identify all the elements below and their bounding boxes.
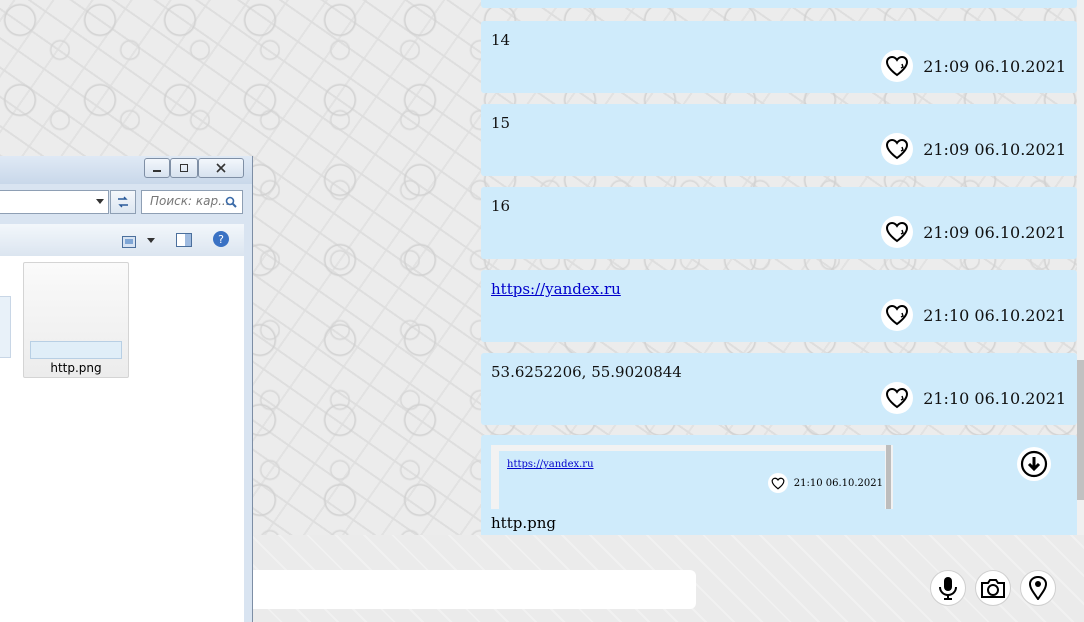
message-text: 15 [491, 114, 511, 132]
message-bubble: https://yandex.ru 21:10 06.10.2021 [481, 270, 1077, 342]
heart-icon [886, 387, 909, 409]
scrollbar-thumb[interactable] [1077, 360, 1084, 500]
view-dropdown-icon[interactable] [147, 238, 155, 244]
view-icon [122, 236, 136, 248]
file-label: http.png [50, 361, 102, 375]
refresh-button[interactable] [110, 190, 136, 214]
heart-icon [886, 138, 909, 160]
preview-link: https://yandex.ru [507, 459, 594, 470]
chevron-down-icon [96, 199, 104, 204]
help-button[interactable]: ? [212, 230, 230, 252]
preview-time: 21:10 06.10.2021 [793, 477, 883, 489]
preview-scrollbar [886, 445, 891, 509]
message-text: 14 [491, 31, 511, 49]
message-link[interactable]: https://yandex.ru [491, 280, 621, 298]
message-time: 21:09 06.10.2021 [923, 56, 1066, 76]
close-button[interactable] [198, 158, 244, 178]
chat-scrollbar[interactable] [1077, 0, 1084, 535]
message-text: 16 [491, 197, 511, 215]
minimize-icon [153, 170, 161, 172]
message-text: 53.6252206, 55.9020844 [491, 363, 682, 381]
message-bubble: 53.6252206, 55.9020844 21:10 06.10.2021 [481, 353, 1077, 425]
like-button[interactable] [881, 382, 914, 414]
view-button[interactable] [122, 233, 136, 252]
explorer-content[interactable]: http.png [0, 256, 244, 622]
minimize-button[interactable] [144, 158, 170, 178]
svg-text:?: ? [218, 233, 224, 246]
message-meta: 21:09 06.10.2021 [881, 216, 1066, 248]
image-preview[interactable]: https://yandex.ru 21:10 06.10.2021 [491, 445, 893, 509]
search-placeholder: Поиск: кар... [150, 194, 230, 208]
chat-messages[interactable]: 14 21:09 06.10.2021 15 21:09 06.10.2021 … [481, 0, 1079, 535]
message-bubble: 16 21:09 06.10.2021 [481, 187, 1077, 259]
message-bubble: 15 21:09 06.10.2021 [481, 104, 1077, 176]
message-bubble: 14 21:09 06.10.2021 [481, 21, 1077, 93]
preview-link-wrapper: https://yandex.ru [507, 459, 594, 470]
search-icon [225, 196, 237, 208]
microphone-icon [939, 577, 957, 600]
location-pin-icon [1028, 576, 1048, 600]
camera-icon [981, 579, 1005, 598]
message-time: 21:10 06.10.2021 [923, 388, 1066, 408]
search-input[interactable]: Поиск: кар... [141, 190, 243, 214]
like-button[interactable] [881, 299, 914, 331]
message-meta: 21:09 06.10.2021 [881, 133, 1066, 165]
microphone-button[interactable] [930, 570, 966, 606]
like-button[interactable] [881, 50, 914, 82]
restore-icon [180, 164, 188, 172]
refresh-icon [118, 196, 128, 208]
message-time: 21:09 06.10.2021 [923, 139, 1066, 159]
file-thumbnail-partial[interactable] [0, 296, 11, 358]
message-input[interactable] [230, 570, 696, 609]
message-meta: 21:09 06.10.2021 [881, 50, 1066, 82]
heart-icon [886, 304, 909, 326]
help-icon: ? [213, 231, 229, 247]
message-meta: 21:10 06.10.2021 [881, 382, 1066, 414]
heart-icon [886, 55, 909, 77]
close-icon [216, 163, 226, 173]
message-link-wrapper: https://yandex.ru [491, 280, 621, 298]
preview-pane-button[interactable] [176, 232, 192, 251]
heart-icon [771, 477, 785, 489]
like-button[interactable] [881, 216, 914, 248]
message-bubble [481, 0, 1077, 8]
file-thumbnail [30, 341, 122, 359]
message-meta: 21:10 06.10.2021 [881, 299, 1066, 331]
preview-meta: 21:10 06.10.2021 [767, 473, 883, 493]
download-button[interactable] [1017, 447, 1051, 481]
explorer-toolbar: ? [0, 224, 244, 257]
image-message-bubble: https://yandex.ru 21:10 06.10.2021 http.… [481, 435, 1077, 535]
address-bar[interactable] [0, 190, 109, 214]
preview-heart [767, 473, 788, 493]
message-time: 21:10 06.10.2021 [923, 305, 1066, 325]
attachment-filename: http.png [491, 514, 556, 532]
preview-pane-icon [176, 233, 192, 247]
file-item[interactable]: http.png [23, 262, 129, 378]
location-button[interactable] [1020, 570, 1056, 606]
maximize-button[interactable] [170, 158, 198, 178]
heart-icon [886, 221, 909, 243]
download-icon [1020, 450, 1048, 478]
like-button[interactable] [881, 133, 914, 165]
file-explorer-window[interactable]: Поиск: кар... ? http.png [0, 156, 253, 622]
message-time: 21:09 06.10.2021 [923, 222, 1066, 242]
camera-button[interactable] [975, 570, 1011, 606]
